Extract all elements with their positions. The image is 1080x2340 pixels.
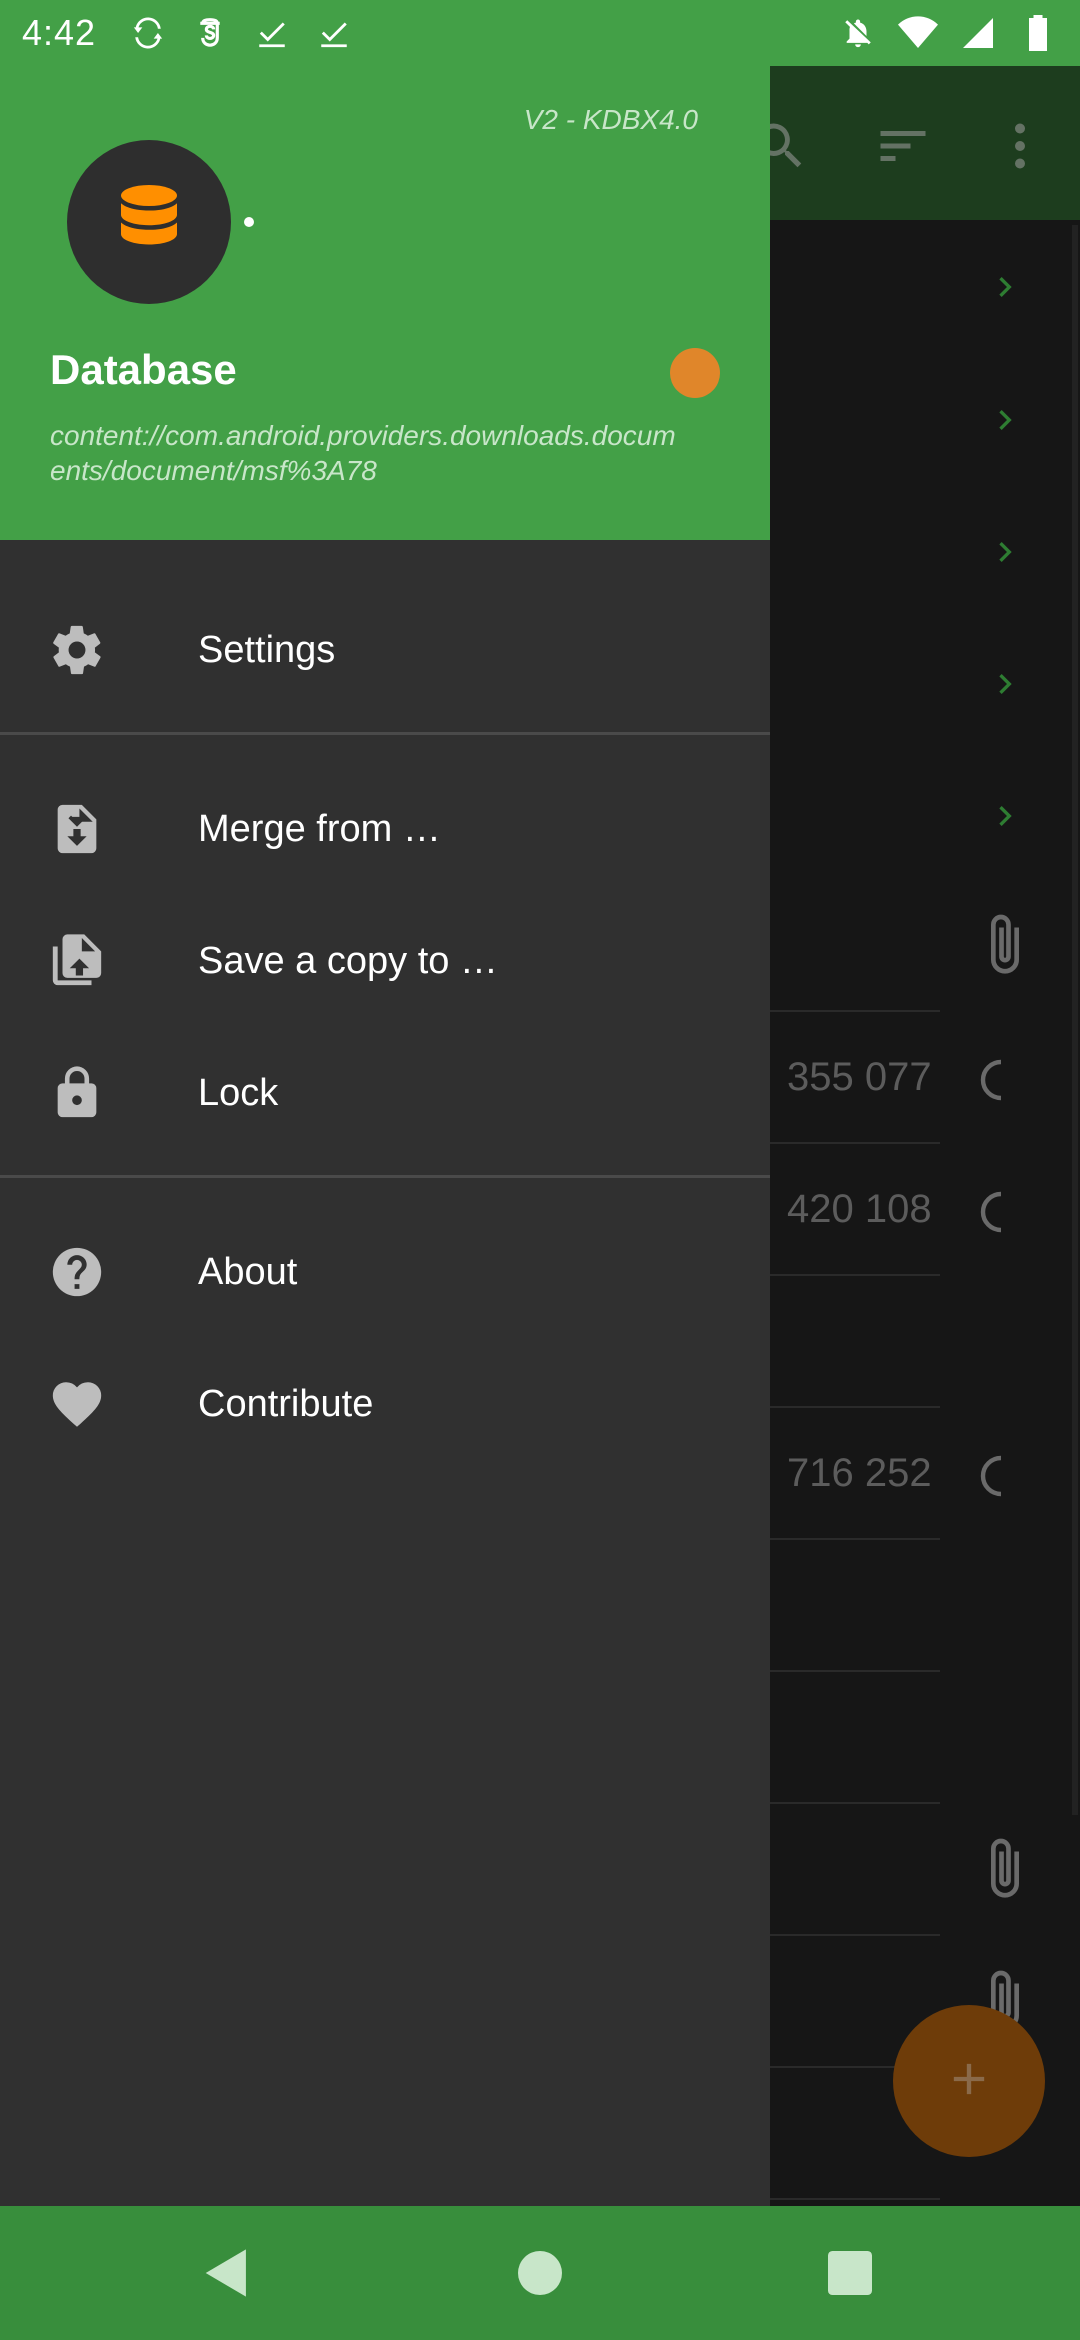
database-version: V2 - KDBX4.0 — [523, 104, 698, 135]
menu-item-label: Contribute — [198, 1382, 374, 1425]
lock-icon — [47, 1063, 107, 1123]
menu-item-label: Lock — [198, 1071, 279, 1114]
database-avatar[interactable] — [67, 140, 231, 304]
database-name: Database — [50, 346, 237, 393]
home-icon[interactable] — [505, 2238, 575, 2308]
menu-item-about[interactable]: About — [0, 1206, 770, 1338]
scrollbar — [1072, 225, 1078, 1815]
menu-item-lock[interactable]: Lock — [0, 1027, 770, 1159]
help-icon — [47, 1242, 107, 1302]
chevron-right-icon — [985, 532, 1025, 572]
menu-item-merge-from[interactable]: Merge from … — [0, 763, 770, 895]
plus-icon — [943, 2053, 995, 2110]
menu-item-settings[interactable]: Settings — [0, 584, 770, 716]
menu-item-label: Settings — [198, 628, 336, 671]
entry-otp-value: 420 108 — [787, 1187, 932, 1231]
signal-icon — [958, 13, 998, 53]
list-divider — [770, 1010, 940, 1012]
database-icon — [107, 178, 191, 267]
checkmark-icon — [314, 13, 354, 53]
list-divider — [770, 1934, 940, 1936]
otp-timer-icon — [980, 1454, 1010, 1498]
otp-timer-icon — [980, 1190, 1010, 1234]
shield-s-icon — [190, 13, 230, 53]
list-divider — [770, 1538, 940, 1540]
entry-otp-value: 355 077 — [787, 1055, 932, 1099]
otp-timer-icon — [980, 1058, 1010, 1102]
chevron-right-icon — [985, 400, 1025, 440]
list-divider — [770, 1802, 940, 1804]
checkmark-icon — [252, 13, 292, 53]
list-divider — [770, 1142, 940, 1144]
menu-item-save-copy[interactable]: Save a copy to … — [0, 895, 770, 1027]
navigation-drawer: V2 - KDBX4.0 Database content://com.andr… — [0, 66, 770, 2206]
attachment-icon — [980, 910, 1030, 980]
status-bar: 4:42 — [0, 0, 1080, 66]
sort-icon — [873, 116, 933, 176]
gear-icon — [47, 620, 107, 680]
menu-item-label: Save a copy to … — [198, 939, 498, 982]
list-divider — [770, 1274, 940, 1276]
chevron-right-icon — [985, 664, 1025, 704]
wifi-icon — [898, 13, 938, 53]
chevron-right-icon — [985, 267, 1025, 307]
list-divider — [770, 1406, 940, 1408]
notifications-off-icon — [838, 13, 878, 53]
status-time: 4:42 — [22, 12, 97, 53]
merge-file-icon — [47, 799, 107, 859]
recents-icon[interactable] — [815, 2238, 885, 2308]
menu-item-label: Merge from … — [198, 807, 441, 850]
save-copy-icon — [47, 931, 107, 991]
back-icon[interactable] — [192, 2238, 262, 2308]
menu-item-label: About — [198, 1250, 298, 1293]
sync-icon — [128, 13, 168, 53]
entry-otp-value: 716 252 — [787, 1451, 932, 1495]
system-navigation-bar — [0, 2206, 1080, 2340]
attachment-icon — [980, 1834, 1030, 1904]
add-entry-button[interactable] — [893, 2005, 1045, 2157]
more-vertical-icon — [990, 116, 1050, 176]
drawer-header: V2 - KDBX4.0 Database content://com.andr… — [0, 66, 770, 540]
battery-icon — [1018, 13, 1058, 53]
database-color-indicator — [670, 348, 720, 398]
list-divider — [770, 1670, 940, 1672]
heart-icon — [47, 1374, 107, 1434]
list-divider — [770, 2198, 940, 2200]
menu-divider — [0, 732, 770, 735]
chevron-right-icon — [985, 796, 1025, 836]
database-path: content://com.android.providers.download… — [50, 420, 676, 486]
database-modified-indicator — [244, 217, 254, 227]
menu-item-contribute[interactable]: Contribute — [0, 1338, 770, 1470]
menu-divider — [0, 1175, 770, 1178]
